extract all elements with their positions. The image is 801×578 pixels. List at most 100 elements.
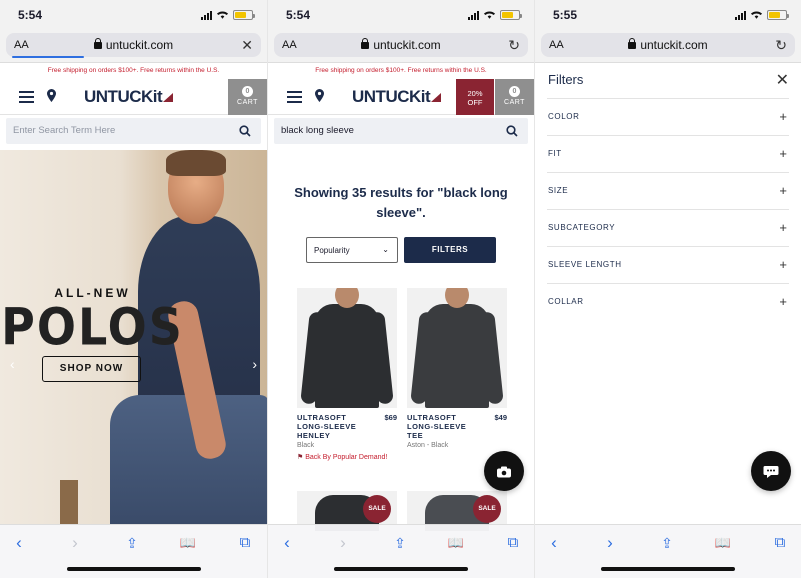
- lock-icon: [361, 38, 370, 49]
- battery-icon: [767, 9, 789, 20]
- share-icon[interactable]: ⇪: [390, 533, 410, 553]
- reload-icon[interactable]: ↻: [775, 37, 787, 53]
- address-bar[interactable]: AA untuckit.com ✕: [6, 33, 261, 58]
- bookmarks-icon[interactable]: 📖: [446, 533, 466, 553]
- home-indicator: [601, 567, 735, 571]
- share-icon[interactable]: ⇪: [657, 533, 677, 553]
- filters-button[interactable]: FILTERS: [404, 237, 496, 263]
- cart-label: CART: [504, 99, 525, 106]
- site-logo[interactable]: UNTUCKit: [84, 87, 174, 107]
- signal-icon: [468, 10, 479, 20]
- site-header: UNTUCKit 0 CART: [0, 79, 267, 115]
- sale-badge: SALE: [473, 495, 501, 523]
- location-pin-icon[interactable]: [315, 89, 324, 102]
- cart-button[interactable]: 0 CART: [228, 79, 267, 115]
- sort-value: Popularity: [314, 246, 350, 255]
- filter-row-fit[interactable]: FIT +: [547, 135, 789, 172]
- close-icon[interactable]: ✕: [776, 70, 789, 90]
- screen-search-results: 5:54 AA untuckit.com ↻ Free shipping on …: [267, 0, 534, 578]
- logo-flag-icon: [431, 93, 442, 102]
- search-input[interactable]: Enter Search Term Here: [13, 125, 213, 136]
- plus-icon[interactable]: +: [779, 146, 787, 161]
- status-bar: 5:54: [0, 0, 267, 30]
- battery-icon: [233, 9, 255, 20]
- promo-banner[interactable]: Free shipping on orders $100+. Free retu…: [268, 64, 534, 78]
- product-image[interactable]: [407, 288, 507, 408]
- plus-icon[interactable]: +: [779, 294, 787, 309]
- back-icon[interactable]: ‹: [9, 533, 29, 553]
- signal-icon: [735, 10, 746, 20]
- browser-toolbar: ‹ › ⇪ 📖 ⧉: [535, 524, 801, 578]
- product-name[interactable]: ULTRASOFT LONG-SLEEVE HENLEY: [297, 413, 367, 440]
- status-time: 5:54: [18, 8, 43, 22]
- back-icon[interactable]: ‹: [544, 533, 564, 553]
- tabs-icon[interactable]: ⧉: [503, 533, 523, 553]
- product-color: Aston - Black: [407, 442, 449, 449]
- forward-icon[interactable]: ›: [600, 533, 620, 553]
- results-heading: Showing 35 results for "black long sleev…: [294, 185, 508, 220]
- bookmarks-icon[interactable]: 📖: [178, 533, 198, 553]
- reload-icon[interactable]: ↻: [508, 37, 520, 53]
- browser-toolbar: ‹ › ⇪ 📖 ⧉: [0, 524, 267, 578]
- page-load-progress: [12, 56, 84, 58]
- product-image[interactable]: [297, 288, 397, 408]
- filter-row-subcategory[interactable]: SUBCATEGORY +: [547, 209, 789, 246]
- carousel-next-icon[interactable]: ›: [252, 356, 257, 372]
- carousel-prev-icon[interactable]: ‹: [10, 356, 15, 372]
- close-icon[interactable]: ✕: [241, 37, 253, 53]
- status-bar: 5:55: [535, 0, 801, 30]
- wifi-icon: [750, 10, 763, 19]
- plus-icon[interactable]: +: [779, 257, 787, 272]
- sort-select[interactable]: Popularity ⌄: [306, 237, 398, 263]
- tabs-icon[interactable]: ⧉: [770, 533, 790, 553]
- plus-icon[interactable]: +: [779, 220, 787, 235]
- plus-icon[interactable]: +: [779, 183, 787, 198]
- cart-button[interactable]: 0 CART: [495, 79, 534, 115]
- location-pin-icon[interactable]: [47, 89, 56, 102]
- hero-headline: POLOS: [1, 297, 184, 357]
- address-bar[interactable]: AA untuckit.com ↻: [541, 33, 795, 57]
- hero-banner[interactable]: ALL-NEW POLOS SHOP NOW ‹ ›: [0, 150, 267, 525]
- filter-row-size[interactable]: SIZE +: [547, 172, 789, 209]
- product-card[interactable]: ULTRASOFT LONG-SLEEVE TEE $49 Aston - Bl…: [407, 288, 507, 449]
- forward-icon[interactable]: ›: [65, 533, 85, 553]
- status-bar: 5:54: [268, 0, 534, 30]
- share-icon[interactable]: ⇪: [122, 533, 142, 553]
- logo-flag-icon: [163, 93, 174, 102]
- address-bar[interactable]: AA untuckit.com ↻: [274, 33, 528, 57]
- wifi-icon: [216, 10, 229, 19]
- visual-search-camera-button[interactable]: [484, 451, 524, 491]
- back-icon[interactable]: ‹: [277, 533, 297, 553]
- chat-button[interactable]: [751, 451, 791, 491]
- screen-home: 5:54 AA untuckit.com ✕ Free shipping on …: [0, 0, 267, 578]
- site-header: UNTUCKit 20% OFF 0 CART: [268, 79, 534, 115]
- site-logo[interactable]: UNTUCKit: [352, 87, 442, 107]
- shop-now-button[interactable]: SHOP NOW: [42, 356, 141, 382]
- signal-icon: [201, 10, 212, 20]
- plus-icon[interactable]: +: [779, 109, 787, 124]
- status-time: 5:54: [286, 8, 311, 22]
- search-icon[interactable]: [506, 125, 518, 137]
- search-input[interactable]: black long sleeve: [281, 125, 481, 136]
- url-text: untuckit.com: [640, 38, 708, 52]
- filter-row-collar[interactable]: COLLAR +: [547, 283, 789, 320]
- search-bar[interactable]: Enter Search Term Here: [6, 118, 261, 144]
- product-card[interactable]: ULTRASOFT LONG-SLEEVE HENLEY $69 Black ⚑…: [297, 288, 397, 463]
- search-bar[interactable]: black long sleeve: [274, 118, 528, 144]
- home-indicator: [66, 567, 201, 571]
- promo-banner[interactable]: Free shipping on orders $100+. Free retu…: [0, 64, 267, 78]
- promo-badge[interactable]: 20% OFF: [456, 79, 494, 115]
- forward-icon[interactable]: ›: [333, 533, 353, 553]
- product-price: $49: [494, 413, 507, 422]
- lock-icon: [628, 38, 637, 49]
- filter-row-sleeve-length[interactable]: SLEEVE LENGTH +: [547, 246, 789, 283]
- filter-row-color[interactable]: COLOR +: [547, 98, 789, 135]
- search-icon[interactable]: [239, 125, 251, 137]
- menu-icon[interactable]: [287, 91, 302, 103]
- product-name[interactable]: ULTRASOFT LONG-SLEEVE TEE: [407, 413, 477, 440]
- tabs-icon[interactable]: ⧉: [235, 533, 255, 553]
- menu-icon[interactable]: [19, 91, 34, 103]
- cart-count: 0: [242, 86, 253, 97]
- camera-icon: [497, 466, 511, 478]
- bookmarks-icon[interactable]: 📖: [713, 533, 733, 553]
